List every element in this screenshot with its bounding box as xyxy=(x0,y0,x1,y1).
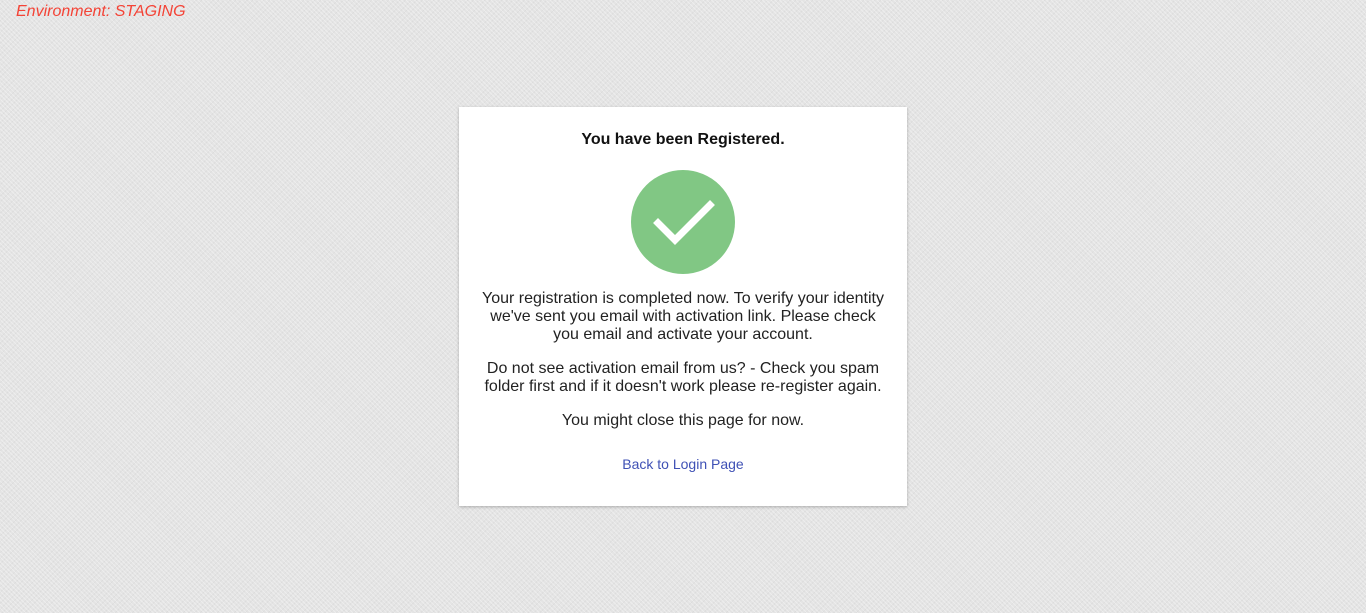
registration-success-card: You have been Registered. Your registrat… xyxy=(459,107,907,506)
spam-folder-hint-message: Do not see activation email from us? - C… xyxy=(484,360,882,395)
back-to-login-label: Back to Login Page xyxy=(622,456,744,472)
environment-label: Environment: STAGING xyxy=(16,3,186,20)
checkmark-circle-icon xyxy=(631,170,735,274)
back-to-login-link[interactable]: Back to Login Page xyxy=(459,456,907,472)
checkmark-icon xyxy=(653,200,715,245)
page-title: You have been Registered. xyxy=(581,131,785,148)
close-page-message: You might close this page for now. xyxy=(561,412,805,429)
registration-complete-message: Your registration is completed now. To v… xyxy=(482,290,884,343)
